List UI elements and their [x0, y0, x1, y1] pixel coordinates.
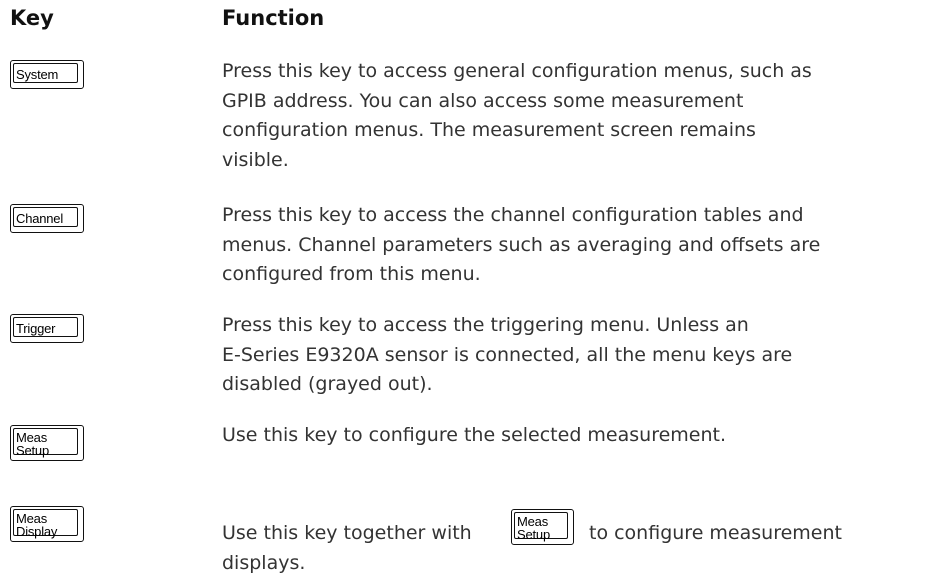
meas-setup-key-icon: Meas Setup	[10, 425, 84, 461]
description-line: Press this key to access general configu…	[222, 60, 812, 82]
description-line: Use this key together with Meas Setup to…	[222, 509, 932, 549]
description-text-before: Use this key together with	[222, 522, 472, 544]
trigger-key-icon: Trigger	[10, 314, 84, 343]
system-key-icon: System	[10, 60, 84, 89]
key-label-line: Setup	[517, 527, 550, 542]
meas-setup-key-label: Meas Setup	[13, 428, 78, 458]
trigger-key-label: Trigger	[13, 317, 78, 337]
trigger-description: Press this key to access the triggering …	[222, 311, 932, 400]
description-line: Press this key to access the channel con…	[222, 204, 804, 226]
description-line: displays.	[222, 552, 306, 574]
meas-display-description: Use this key together with Meas Setup to…	[222, 509, 932, 579]
description-line: Use this key to configure the selected m…	[222, 424, 727, 446]
description-line: visible.	[222, 148, 289, 171]
channel-key-icon: Channel	[10, 204, 84, 233]
header-function: Function	[222, 6, 325, 30]
header-key: Key	[10, 6, 54, 30]
meas-setup-description: Use this key to configure the selected m…	[222, 421, 932, 451]
description-line: menus. Channel parameters such as averag…	[222, 233, 821, 256]
description-text-after: to configure measurement	[589, 522, 842, 544]
meas-display-key-label: Meas Display	[13, 509, 78, 539]
key-label-line: Setup	[16, 443, 49, 458]
description-line: configuration menus. The measurement scr…	[222, 119, 756, 141]
description-line: E-Series E9320A sensor is connected, all…	[222, 343, 793, 366]
inline-meas-setup-key-icon: Meas Setup	[511, 509, 574, 545]
system-description: Press this key to access general configu…	[222, 57, 932, 175]
description-line: GPIB address. You can also access some m…	[222, 89, 744, 112]
channel-key-label: Channel	[13, 207, 78, 227]
description-line: configured from this menu.	[222, 263, 481, 285]
description-line: Press this key to access the triggering …	[222, 314, 749, 336]
system-key-label: System	[13, 63, 78, 83]
description-line: disabled (grayed out).	[222, 373, 433, 395]
channel-description: Press this key to access the channel con…	[222, 201, 932, 290]
key-label-line: Display	[16, 524, 58, 539]
meas-display-key-icon: Meas Display	[10, 506, 84, 542]
inline-meas-setup-key-label: Meas Setup	[514, 512, 568, 542]
